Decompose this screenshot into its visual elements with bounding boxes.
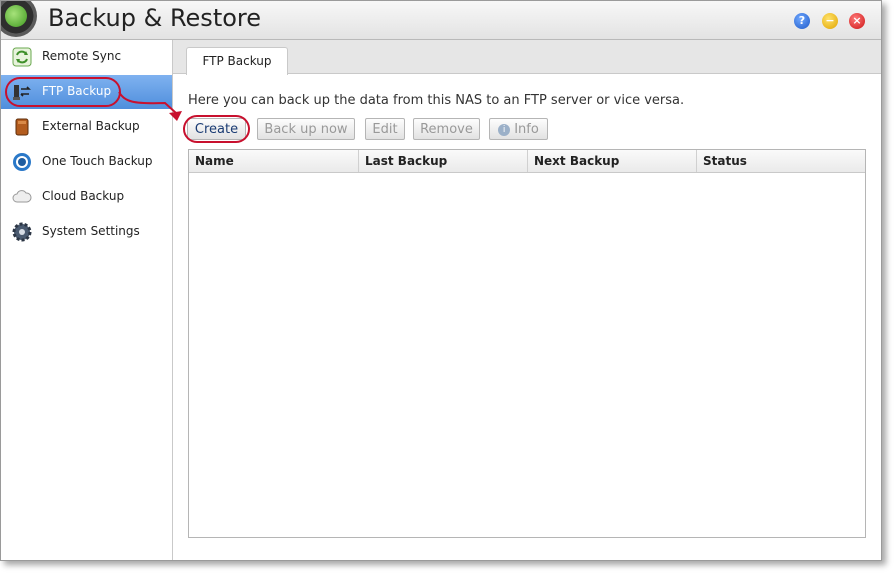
- info-button[interactable]: i Info: [489, 118, 548, 140]
- main-content: FTP Backup Here you can back up the data…: [173, 40, 881, 560]
- remove-button[interactable]: Remove: [413, 118, 480, 140]
- info-icon: i: [498, 124, 511, 136]
- sidebar-item-label: Cloud Backup: [42, 189, 125, 203]
- column-header-status[interactable]: Status: [697, 150, 865, 172]
- help-button[interactable]: ?: [794, 13, 810, 29]
- backup-restore-window: Backup & Restore ? − × Remote Sync FTP B…: [0, 0, 882, 561]
- sidebar-item-label: One Touch Backup: [42, 154, 153, 168]
- table-header: Name Last Backup Next Backup Status: [189, 150, 865, 173]
- close-button[interactable]: ×: [849, 13, 865, 29]
- annotation-arrow: [118, 91, 182, 121]
- column-header-name[interactable]: Name: [189, 150, 359, 172]
- sidebar-item-cloud-backup[interactable]: Cloud Backup: [1, 180, 172, 214]
- one-touch-button-icon: [13, 153, 31, 171]
- minimize-button[interactable]: −: [822, 13, 838, 29]
- backup-now-button[interactable]: Back up now: [257, 118, 355, 140]
- sidebar-item-label: System Settings: [42, 224, 140, 238]
- sidebar-item-system-settings[interactable]: System Settings: [1, 215, 172, 249]
- gear-icon: [12, 222, 32, 242]
- page-description: Here you can back up the data from this …: [188, 93, 685, 108]
- tab-strip: FTP Backup: [173, 40, 881, 75]
- cloud-icon: [12, 190, 32, 203]
- edit-button[interactable]: Edit: [365, 118, 405, 140]
- column-header-next-backup[interactable]: Next Backup: [528, 150, 697, 172]
- info-button-label: Info: [514, 122, 539, 137]
- tab-ftp-backup[interactable]: FTP Backup: [186, 47, 288, 75]
- column-header-last-backup[interactable]: Last Backup: [359, 150, 528, 172]
- ftp-backup-table: Name Last Backup Next Backup Status: [188, 149, 866, 538]
- sidebar-item-one-touch-backup[interactable]: One Touch Backup: [1, 145, 172, 179]
